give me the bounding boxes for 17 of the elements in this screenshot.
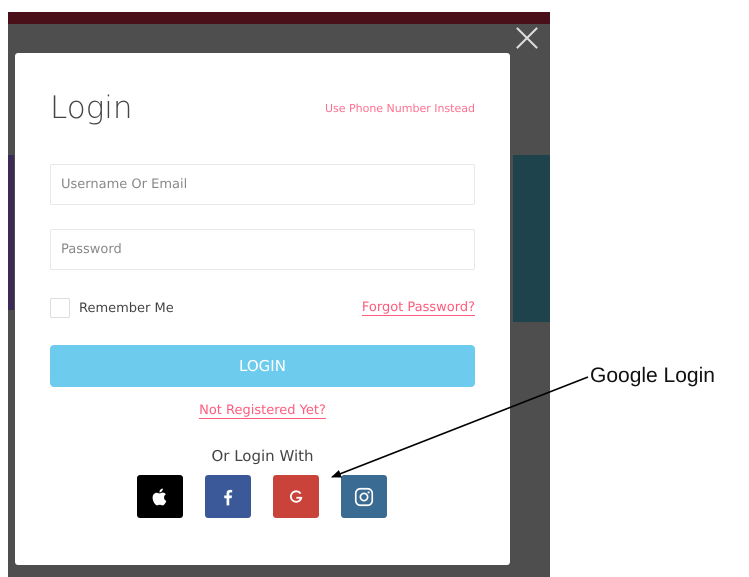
remember-label: Remember Me xyxy=(79,300,174,316)
register-link[interactable]: Not Registered Yet? xyxy=(199,403,326,419)
google-login-button[interactable] xyxy=(272,475,318,518)
dialog-title: Login xyxy=(50,90,133,126)
instagram-icon xyxy=(352,486,374,508)
forgot-password-link[interactable]: Forgot Password? xyxy=(362,300,475,316)
close-icon[interactable] xyxy=(515,26,539,50)
apple-login-button[interactable] xyxy=(136,475,182,518)
annotation-label: Google Login xyxy=(590,364,715,388)
username-field[interactable]: Username Or Email xyxy=(50,164,475,205)
login-button[interactable]: LOGIN xyxy=(50,345,475,387)
facebook-login-button[interactable] xyxy=(204,475,250,518)
password-field[interactable]: Password xyxy=(50,229,475,270)
phone-link[interactable]: Use Phone Number Instead xyxy=(324,102,475,114)
instagram-login-button[interactable] xyxy=(340,475,386,518)
social-login-label: Or Login With xyxy=(211,447,314,465)
remember-checkbox[interactable] xyxy=(50,298,70,318)
